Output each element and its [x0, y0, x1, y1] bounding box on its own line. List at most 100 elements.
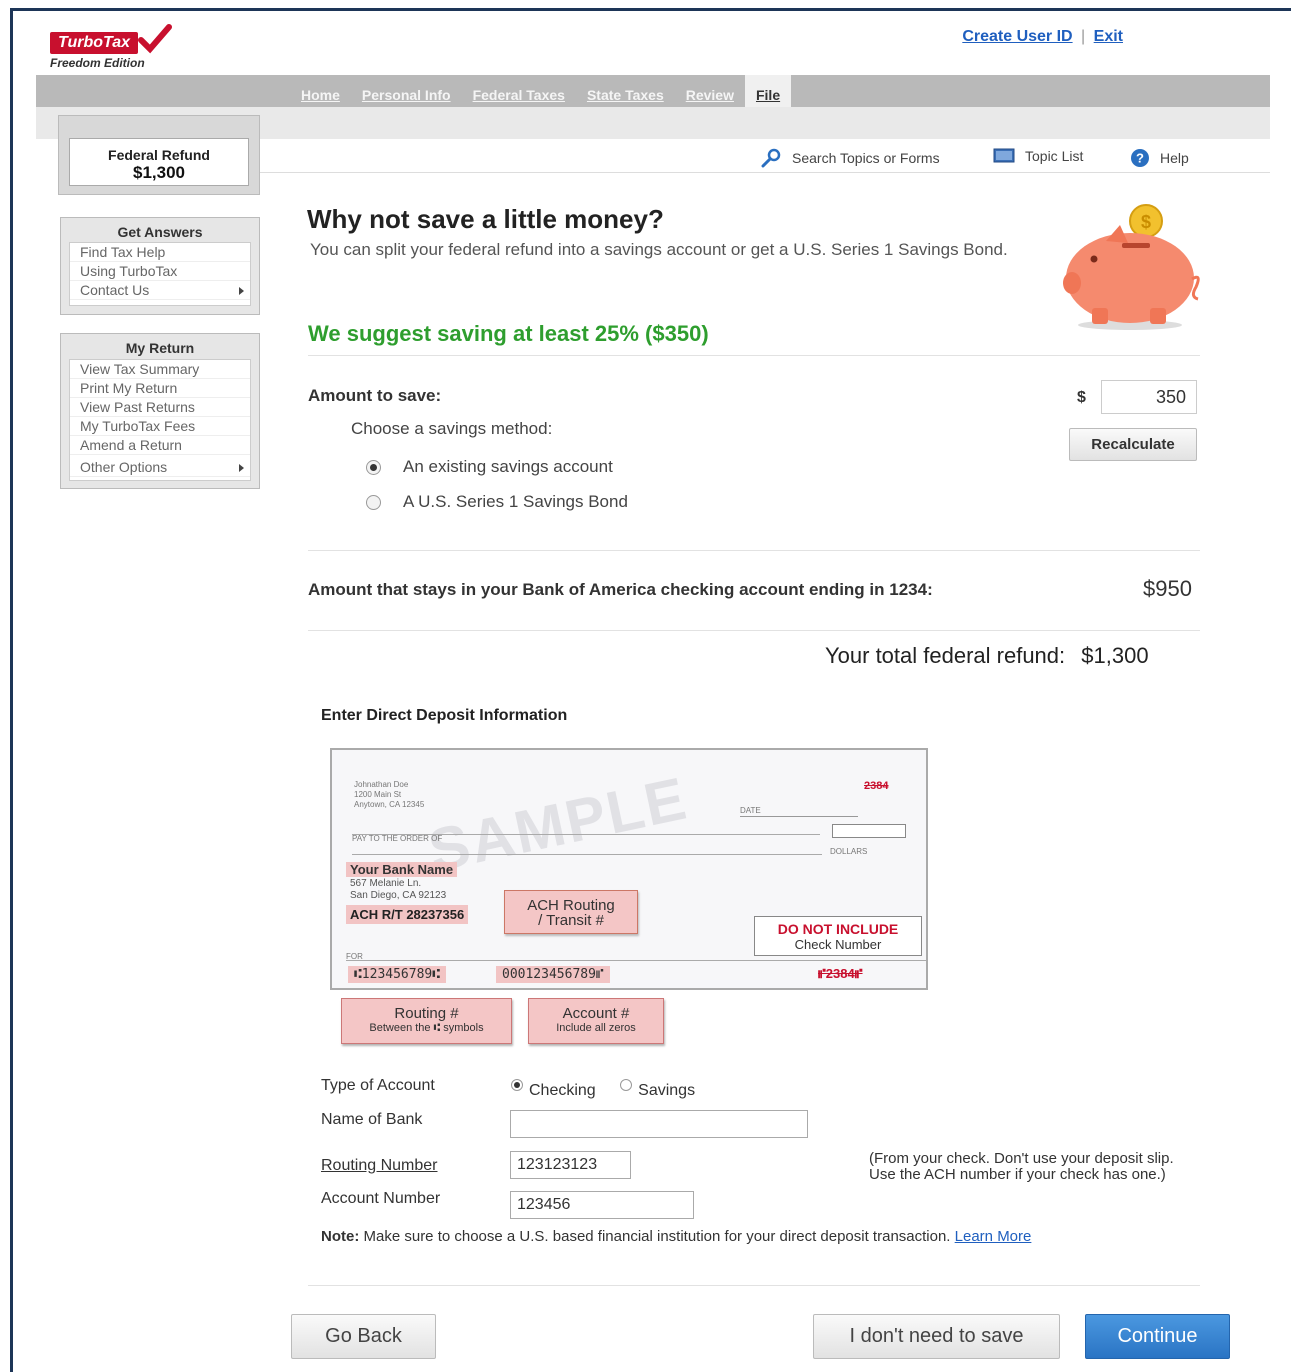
- account-number-input[interactable]: [510, 1191, 694, 1219]
- checkmark-icon: [138, 24, 172, 54]
- get-answers-panel: Get Answers Find Tax Help Using TurboTax…: [60, 217, 260, 315]
- no-save-button[interactable]: I don't need to save: [813, 1314, 1060, 1359]
- chevron-right-icon: [239, 464, 244, 472]
- federal-refund-label: Federal Refund: [108, 147, 210, 163]
- method-label-savings-account: An existing savings account: [403, 457, 613, 476]
- topic-list-label: Topic List: [1025, 148, 1084, 164]
- method-option-savings-bond[interactable]: A U.S. Series 1 Savings Bond: [366, 492, 628, 512]
- go-back-button[interactable]: Go Back: [291, 1314, 436, 1359]
- memo-line: [346, 960, 926, 961]
- date-line: [740, 816, 858, 817]
- logo-wordmark: TurboTax: [50, 32, 139, 54]
- total-refund-label: Your total federal refund:: [825, 643, 1066, 668]
- account-callout: Account # Include all zeros: [528, 998, 664, 1044]
- topic-list-icon: [993, 148, 1015, 163]
- account-type-savings[interactable]: Savings: [620, 1079, 695, 1099]
- note-prefix: Note:: [321, 1228, 360, 1245]
- divider: [308, 1285, 1200, 1286]
- my-return-title: My Return: [125, 340, 195, 356]
- get-answers-title: Get Answers: [117, 224, 203, 240]
- micr-account: 000123456789⑈: [496, 966, 610, 983]
- check-number-top: 2384: [864, 780, 889, 792]
- exit-link[interactable]: Exit: [1094, 28, 1123, 45]
- tab-state-taxes[interactable]: State Taxes: [576, 75, 675, 107]
- help-label: Help: [1160, 150, 1189, 166]
- federal-refund-amount: $1,300: [133, 163, 185, 182]
- sidebar-item-view-past-returns[interactable]: View Past Returns: [70, 398, 250, 417]
- sidebar-item-other-options[interactable]: Other Options: [70, 458, 250, 477]
- learn-more-link[interactable]: Learn More: [955, 1228, 1032, 1245]
- radio-savings-bond[interactable]: [366, 494, 381, 510]
- sidebar-item-view-tax-summary[interactable]: View Tax Summary: [70, 360, 250, 379]
- method-option-savings-account[interactable]: An existing savings account: [366, 457, 613, 477]
- sidebar-item-print-my-return[interactable]: Print My Return: [70, 379, 250, 398]
- amount-box: [832, 824, 906, 838]
- amount-to-save-input[interactable]: [1101, 380, 1197, 414]
- help-link[interactable]: ? Help: [1130, 148, 1189, 168]
- account-type-label: Type of Account: [321, 1077, 435, 1094]
- routing-number-input[interactable]: [510, 1151, 631, 1179]
- page-title: Why not save a little money?: [307, 204, 664, 234]
- bank-name-label: Name of Bank: [321, 1111, 423, 1128]
- pay-to-line: [352, 834, 820, 835]
- checking-label: Checking: [529, 1082, 596, 1099]
- routing-callout-title: Routing #: [394, 1005, 459, 1022]
- currency-symbol: $: [1077, 389, 1086, 406]
- continue-button[interactable]: Continue: [1085, 1314, 1230, 1359]
- svg-text:?: ?: [1136, 151, 1144, 166]
- top-links-separator: |: [1081, 28, 1086, 45]
- checking-remainder-value: $950: [1143, 576, 1192, 601]
- create-user-id-link[interactable]: Create User ID: [962, 28, 1072, 45]
- savings-suggestion: We suggest saving at least 25% ($350): [308, 321, 709, 346]
- sidebar-item-contact-us[interactable]: Contact Us: [70, 281, 250, 300]
- check-dollars-label: DOLLARS: [830, 847, 868, 856]
- direct-deposit-note: Note: Make sure to choose a U.S. based f…: [321, 1228, 1031, 1245]
- account-type-options: Checking Savings: [511, 1079, 695, 1100]
- check-watermark: SAMPLE: [422, 764, 694, 885]
- account-number-label: Account Number: [321, 1190, 441, 1207]
- topic-list-link[interactable]: Topic List: [993, 148, 1083, 164]
- contact-us-label: Contact Us: [80, 282, 150, 298]
- other-options-label: Other Options: [80, 459, 168, 475]
- account-type-checking[interactable]: Checking: [511, 1079, 596, 1099]
- sidebar-item-using-turbotax[interactable]: Using TurboTax: [70, 262, 250, 281]
- routing-callout-sub: Between the ⑆ symbols: [369, 1022, 484, 1034]
- routing-callout: Routing # Between the ⑆ symbols: [341, 998, 512, 1044]
- routing-hint-line: (From your check. Don't use your deposit…: [869, 1150, 1174, 1167]
- tab-federal-taxes[interactable]: Federal Taxes: [462, 75, 576, 107]
- amount-to-save-label: Amount to save:: [308, 386, 442, 405]
- tab-home[interactable]: Home: [290, 75, 351, 107]
- check-owner-line: Johnathan Doe: [354, 780, 409, 789]
- ach-routing-callout: ACH Routing / Transit #: [504, 890, 638, 934]
- turbotax-logo: TurboTax Freedom Edition: [50, 24, 180, 72]
- tab-review[interactable]: Review: [675, 75, 745, 107]
- sidebar-item-my-turbotax-fees[interactable]: My TurboTax Fees: [70, 417, 250, 436]
- method-label-savings-bond: A U.S. Series 1 Savings Bond: [403, 492, 628, 511]
- sidebar-item-amend-a-return[interactable]: Amend a Return: [70, 436, 250, 455]
- ach-callout-line1: ACH Routing: [527, 897, 615, 914]
- sidebar-item-find-tax-help[interactable]: Find Tax Help: [70, 243, 250, 262]
- chevron-right-icon: [239, 287, 244, 295]
- routing-number-link[interactable]: Routing Number: [321, 1157, 438, 1175]
- note-text: Make sure to choose a U.S. based financi…: [363, 1228, 951, 1245]
- search-topics-link[interactable]: Search Topics or Forms: [760, 148, 940, 168]
- radio-checking[interactable]: [511, 1079, 523, 1091]
- my-return-list: View Tax Summary Print My Return View Pa…: [69, 359, 251, 481]
- utility-divider: [260, 172, 1270, 173]
- radio-savings-account[interactable]: [366, 459, 381, 475]
- recalculate-button[interactable]: Recalculate: [1069, 428, 1197, 461]
- micr-check-number: ⑈2384⑈: [818, 966, 863, 981]
- radio-savings[interactable]: [620, 1079, 633, 1091]
- piggy-bank-icon: $: [1063, 204, 1200, 330]
- divider: [308, 355, 1200, 356]
- search-topics-label: Search Topics or Forms: [792, 150, 940, 166]
- check-date-label: DATE: [740, 806, 761, 815]
- my-return-panel: My Return View Tax Summary Print My Retu…: [60, 333, 260, 489]
- do-not-include-callout: DO NOT INCLUDE Check Number: [754, 916, 922, 956]
- bank-name-input[interactable]: [510, 1110, 808, 1138]
- routing-hint: (From your check. Don't use your deposit…: [869, 1151, 1174, 1183]
- federal-refund-box: Federal Refund $1,300: [58, 115, 260, 195]
- tab-file[interactable]: File: [744, 75, 792, 107]
- divider: [308, 550, 1200, 551]
- tab-personal-info[interactable]: Personal Info: [351, 75, 462, 107]
